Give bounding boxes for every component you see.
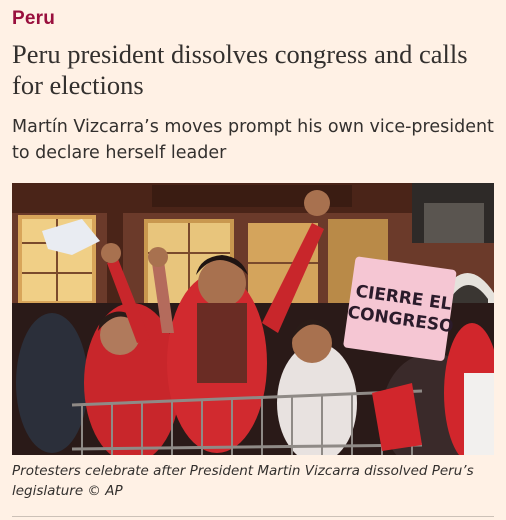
headline[interactable]: Peru president dissolves congress and ca…: [12, 39, 496, 101]
divider: [12, 516, 494, 517]
standfirst: Martín Vizcarra’s moves prompt his own v…: [12, 117, 494, 163]
article: Peru Peru president dissolves congress a…: [12, 0, 496, 520]
protest-sign: CIERRE EL CONGRESO: [346, 260, 458, 357]
article-photo[interactable]: CIERRE EL CONGRESO: [12, 183, 494, 455]
photo-caption: Protesters celebrate after President Mar…: [12, 463, 474, 499]
section-tag-link[interactable]: Peru: [12, 8, 55, 30]
protest-sign-text: CIERRE EL CONGRESO: [346, 281, 455, 338]
